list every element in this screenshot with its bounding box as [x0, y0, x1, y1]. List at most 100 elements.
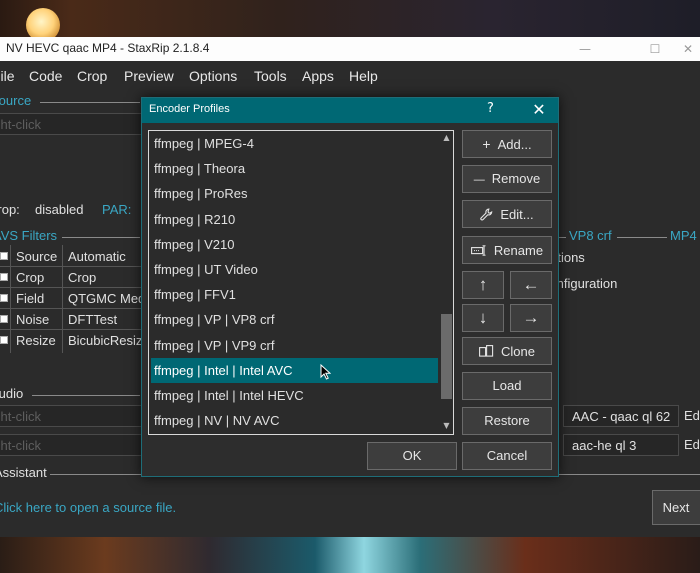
filter-name: Field: [16, 291, 45, 306]
filter-name: Noise: [16, 312, 50, 327]
filter-value: DFTTest: [68, 312, 118, 327]
dialog-title: Encoder Profiles: [149, 103, 230, 115]
filter-checkbox-resize[interactable]: [0, 336, 8, 344]
move-right-button[interactable]: →: [510, 304, 552, 332]
filter-checkbox-source[interactable]: [0, 252, 8, 260]
par-label: PAR:: [102, 202, 132, 217]
scroll-up-icon[interactable]: ▲: [440, 132, 453, 144]
container-group-label[interactable]: MP4: [670, 228, 697, 243]
cancel-button-label: Cancel: [486, 448, 528, 463]
encoder-group-label[interactable]: VP8 crf: [569, 228, 612, 243]
ok-button[interactable]: OK: [367, 442, 457, 470]
plus-icon: +: [482, 136, 491, 152]
audio-group-label: Audio: [0, 386, 24, 401]
profile-list-item[interactable]: ffmpeg | MPEG-4: [151, 131, 438, 156]
remove-button-label: Remove: [491, 171, 541, 186]
menu-help[interactable]: Help: [349, 68, 378, 84]
filters-group-label: AVS Filters: [0, 228, 58, 243]
profile-list-item[interactable]: ffmpeg | VP | VP9 crf: [151, 333, 438, 358]
filter-name: Resize: [16, 333, 56, 348]
audio-profile-1[interactable]: AAC - qaac ql 62: [563, 405, 679, 427]
filters-col-divider-2: [62, 245, 63, 353]
ok-button-label: OK: [402, 448, 422, 463]
filters-row-divider: [0, 287, 141, 288]
filters-row-divider: [0, 329, 141, 330]
restore-button-label: Restore: [484, 413, 530, 428]
profile-list-item[interactable]: ffmpeg | Intel | Intel AVC: [151, 357, 438, 383]
menu-tools[interactable]: Tools: [254, 68, 287, 84]
next-button-label: Next: [662, 500, 690, 515]
source-placeholder: Right-click: [0, 117, 41, 132]
arrow-up-icon: ↑: [478, 275, 488, 294]
menu-apps[interactable]: Apps: [302, 68, 334, 84]
arrow-right-icon: →: [522, 308, 540, 327]
filter-value: Crop: [68, 270, 97, 285]
move-up-button[interactable]: ↑: [462, 271, 504, 299]
menu-preview[interactable]: Preview: [124, 68, 174, 84]
profile-list-item[interactable]: ffmpeg | ProRes: [151, 181, 438, 206]
edit-button[interactable]: Edit...: [462, 200, 552, 228]
dialog-close-icon[interactable]: ✕: [525, 99, 553, 121]
profile-list-item[interactable]: ffmpeg | Theora: [151, 156, 438, 181]
filter-value: Automatic: [68, 249, 126, 264]
audio-group-line: [32, 395, 140, 396]
list-scrollbar[interactable]: ▲ ▼: [439, 131, 453, 434]
profile-list-item[interactable]: ffmpeg | Intel | Intel HEVC: [151, 383, 438, 408]
audio-edit-2[interactable]: Edit: [684, 437, 700, 452]
menu-bar: File Code Crop Preview Options Tools App…: [0, 61, 700, 91]
audio-file-field-1[interactable]: Right-click: [0, 405, 148, 427]
maximize-button[interactable]: ☐: [632, 37, 678, 61]
rename-icon: [470, 237, 487, 263]
audio-profile-2-label: aac-he ql 3: [572, 438, 637, 453]
assistant-message[interactable]: Click here to open a source file.: [0, 500, 176, 515]
filters-row-divider: [0, 266, 141, 267]
assistant-group-label: Assistant: [0, 465, 47, 480]
audio-edit-1[interactable]: Edit: [684, 408, 700, 423]
minimize-button[interactable]: —: [562, 37, 608, 61]
profile-list-item[interactable]: ffmpeg | NV | NV AVC: [151, 408, 438, 433]
profiles-list[interactable]: ffmpeg | MPEG-4 ffmpeg | Theora ffmpeg | P…: [148, 130, 454, 435]
filter-checkbox-crop[interactable]: [0, 273, 8, 281]
add-button[interactable]: + Add...: [462, 130, 552, 158]
add-button-label: Add...: [497, 137, 532, 152]
filter-name: Crop: [16, 270, 45, 285]
clone-button[interactable]: Clone: [462, 337, 552, 365]
profile-list-item[interactable]: ffmpeg | V210: [151, 232, 438, 257]
menu-options[interactable]: Options: [189, 68, 237, 84]
rename-button-label: Rename: [493, 243, 544, 258]
profile-list-item[interactable]: ffmpeg | FFV1: [151, 282, 438, 307]
cancel-button[interactable]: Cancel: [462, 442, 552, 470]
load-button[interactable]: Load: [462, 372, 552, 400]
move-down-button[interactable]: ↓: [462, 304, 504, 332]
filter-checkbox-field[interactable]: [0, 294, 8, 302]
move-left-button[interactable]: ←: [510, 271, 552, 299]
menu-crop[interactable]: Crop: [77, 68, 107, 84]
close-window-button[interactable]: ✕: [676, 37, 700, 61]
audio-profile-1-label: AAC - qaac ql 62: [572, 409, 671, 424]
menu-code[interactable]: Code: [29, 68, 62, 84]
scroll-down-icon[interactable]: ▼: [440, 420, 453, 432]
audio-profile-2[interactable]: aac-he ql 3: [563, 434, 679, 456]
profile-list-item[interactable]: ffmpeg | R210: [151, 207, 438, 232]
menu-file[interactable]: File: [0, 68, 15, 84]
crop-label: Crop:: [0, 202, 20, 217]
remove-button[interactable]: — Remove: [462, 165, 552, 193]
arrow-down-icon: ↓: [478, 308, 488, 327]
encoder-group-line: [558, 237, 566, 238]
scrollbar-thumb[interactable]: [441, 314, 452, 399]
filters-table[interactable]: Source Automatic Crop Crop Field QTGMC M…: [0, 245, 166, 353]
restore-button[interactable]: Restore: [462, 407, 552, 435]
filters-group-line: [62, 237, 140, 238]
audio-placeholder-1: Right-click: [0, 409, 41, 424]
rename-button[interactable]: Rename: [462, 236, 552, 264]
filter-checkbox-noise[interactable]: [0, 315, 8, 323]
source-group-label: Source: [0, 93, 32, 108]
next-button[interactable]: Next: [652, 490, 700, 525]
desktop-wallpaper-top: [0, 0, 700, 37]
profile-list-item[interactable]: ffmpeg | VP | VP8 crf: [151, 307, 438, 332]
help-icon[interactable]: ?: [487, 101, 494, 116]
profile-list-item[interactable]: ffmpeg | UT Video: [151, 257, 438, 282]
source-file-field[interactable]: Right-click: [0, 113, 148, 135]
edit-button-label: Edit...: [500, 207, 534, 222]
audio-file-field-2[interactable]: Right-click: [0, 434, 148, 456]
